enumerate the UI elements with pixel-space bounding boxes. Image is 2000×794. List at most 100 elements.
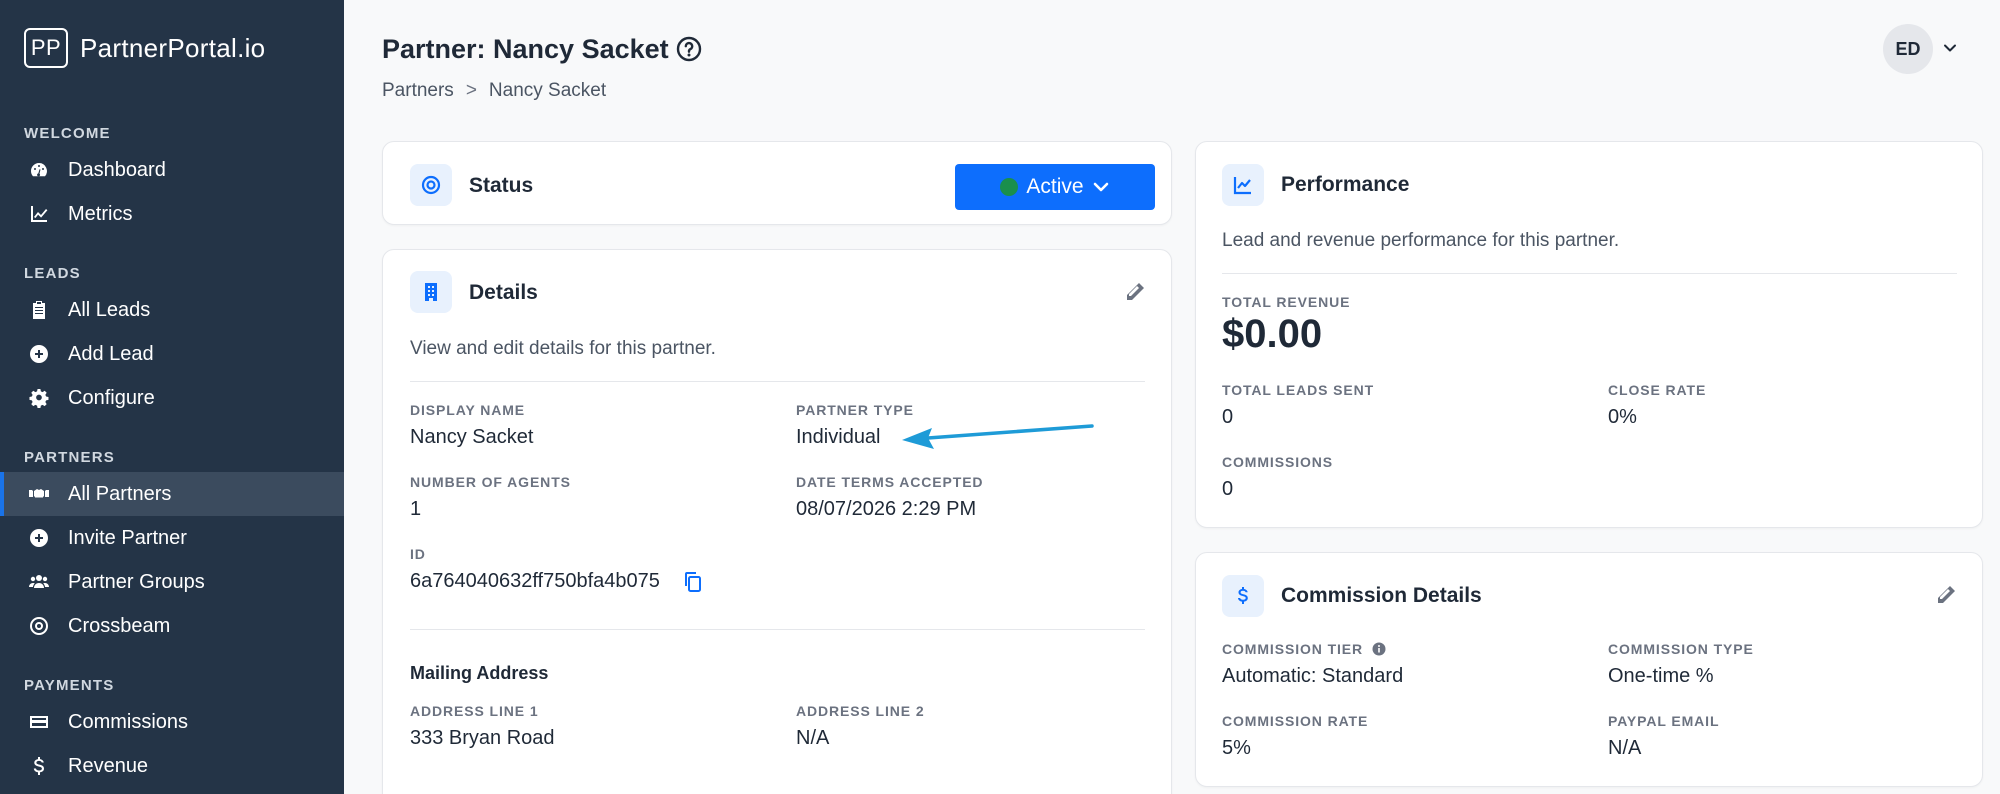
logo-mark: PP: [24, 28, 68, 68]
app-logo[interactable]: PP PartnerPortal.io: [24, 28, 265, 68]
clipboard-icon: [28, 299, 50, 321]
partner-type-value: Individual: [796, 426, 881, 448]
performance-card: Performance Lead and revenue performance…: [1195, 141, 1983, 528]
num-agents-value: 1: [410, 498, 422, 520]
commission-rate-label: COMMISSION RATE: [1222, 713, 1369, 729]
breadcrumb: Partners > Nancy Sacket: [382, 80, 606, 102]
nav-section-payments: PAYMENTS: [24, 677, 115, 694]
total-revenue-label: TOTAL REVENUE: [1222, 294, 1351, 310]
sidebar-item-label: Invite Partner: [68, 526, 187, 549]
status-card-title: Status: [469, 174, 534, 197]
user-avatar[interactable]: ED: [1883, 24, 1933, 74]
sidebar-item-label: Metrics: [68, 202, 133, 225]
mailing-address-heading: Mailing Address: [410, 663, 549, 683]
details-card: Details View and edit details for this p…: [382, 249, 1172, 794]
total-revenue-value: $0.00: [1222, 312, 1323, 356]
sidebar-item-crossbeam[interactable]: Crossbeam: [0, 604, 344, 648]
breadcrumb-separator: >: [465, 80, 477, 101]
sidebar-item-partner-groups[interactable]: Partner Groups: [0, 560, 344, 604]
nav-section-leads: LEADS: [24, 265, 81, 282]
chart-line-icon: [28, 203, 50, 225]
sidebar-item-label: Revenue: [68, 754, 149, 777]
sidebar-item-label: Configure: [68, 386, 155, 409]
details-card-title: Details: [469, 281, 538, 304]
sidebar-item-label: Crossbeam: [68, 614, 171, 637]
paypal-email-label: PAYPAL EMAIL: [1608, 713, 1720, 729]
sidebar-item-label: All Leads: [68, 298, 151, 321]
divider: [1222, 273, 1957, 274]
gear-icon: [28, 387, 50, 409]
sidebar-item-label: All Partners: [68, 482, 172, 505]
commission-type-label: COMMISSION TYPE: [1608, 641, 1754, 657]
sidebar-item-all-leads[interactable]: All Leads: [0, 288, 344, 332]
sidebar-item-label: Add Lead: [68, 342, 154, 365]
status-value: Active: [1026, 175, 1084, 198]
breadcrumb-partners-link[interactable]: Partners: [382, 80, 454, 102]
commissions-value: 0: [1222, 478, 1234, 500]
app-name: PartnerPortal.io: [80, 32, 266, 63]
pencil-icon[interactable]: [1934, 583, 1958, 607]
breadcrumb-current: Nancy Sacket: [488, 80, 607, 101]
page-title: Partner: Nancy Sacket: [382, 34, 669, 64]
divider: [410, 381, 1145, 382]
chevron-down-icon: [1093, 182, 1108, 192]
id-label: ID: [410, 546, 426, 562]
sidebar-item-all-partners[interactable]: All Partners: [0, 472, 344, 516]
total-leads-label: TOTAL LEADS SENT: [1222, 382, 1375, 398]
gauge-icon: [28, 159, 50, 181]
num-agents-label: NUMBER OF AGENTS: [410, 474, 571, 490]
nav-section-partners: PARTNERS: [24, 449, 115, 466]
commission-tier-label-text: COMMISSION TIER: [1222, 641, 1364, 657]
building-icon: [410, 271, 452, 313]
sidebar-item-metrics[interactable]: Metrics: [0, 192, 344, 236]
sidebar-item-configure[interactable]: Configure: [0, 376, 344, 420]
annotation-arrow: [902, 424, 1094, 449]
date-terms-label: DATE TERMS ACCEPTED: [796, 474, 984, 490]
sidebar-item-add-lead[interactable]: Add Lead: [0, 332, 344, 376]
target-icon: [28, 615, 50, 637]
commission-card-title: Commission Details: [1281, 584, 1482, 607]
users-icon: [28, 571, 50, 593]
chevron-down-icon[interactable]: [1942, 40, 1958, 56]
commissions-label: COMMISSIONS: [1222, 454, 1334, 470]
sidebar-item-label: Commissions: [68, 710, 189, 733]
sidebar-item-label: Partner Groups: [68, 570, 205, 593]
sidebar-item-commissions[interactable]: Commissions: [0, 700, 344, 744]
pencil-icon[interactable]: [1123, 280, 1147, 304]
commission-tier-value: Automatic: Standard: [1222, 665, 1404, 687]
chart-line-icon: [1222, 164, 1264, 206]
sidebar-item-invite-partner[interactable]: Invite Partner: [0, 516, 344, 560]
details-card-description: View and edit details for this partner.: [410, 338, 716, 359]
address-line2-label: ADDRESS LINE 2: [796, 703, 925, 719]
display-name-label: DISPLAY NAME: [410, 402, 526, 418]
commission-rate-value: 5%: [1222, 737, 1251, 759]
paypal-email-value: N/A: [1608, 737, 1642, 759]
address-line1-value: 333 Bryan Road: [410, 727, 555, 749]
address-line2-value: N/A: [796, 727, 830, 749]
commission-details-card: Commission Details COMMISSION TIER Autom…: [1195, 552, 1983, 787]
id-value: 6a764040632ff750bfa4b075: [410, 570, 660, 592]
handshake-icon: [28, 483, 50, 505]
sidebar-item-dashboard[interactable]: Dashboard: [0, 148, 344, 192]
credit-card-icon: [28, 711, 50, 733]
display-name-value: Nancy Sacket: [410, 426, 534, 448]
status-card: Status Active: [382, 141, 1172, 225]
sidebar-item-revenue[interactable]: Revenue: [0, 744, 344, 788]
status-dropdown[interactable]: Active: [955, 164, 1155, 210]
close-rate-label: CLOSE RATE: [1608, 382, 1707, 398]
total-leads-value: 0: [1222, 406, 1234, 428]
info-icon[interactable]: [1372, 642, 1386, 656]
copy-icon[interactable]: [683, 571, 703, 593]
sidebar-item-label: Dashboard: [68, 158, 166, 181]
dollar-icon: [1222, 575, 1264, 617]
date-terms-value: 08/07/2026 2:29 PM: [796, 498, 977, 520]
divider: [410, 629, 1145, 630]
status-dot: [1000, 178, 1019, 196]
commission-type-value: One-time %: [1608, 665, 1714, 687]
sidebar: PP PartnerPortal.io WELCOME Dashboard Me…: [0, 0, 344, 794]
plus-circle-icon: [28, 343, 50, 365]
target-icon: [410, 164, 452, 206]
help-circle-icon[interactable]: [676, 36, 702, 62]
performance-card-title: Performance: [1281, 173, 1410, 196]
partner-type-label: PARTNER TYPE: [796, 402, 914, 418]
